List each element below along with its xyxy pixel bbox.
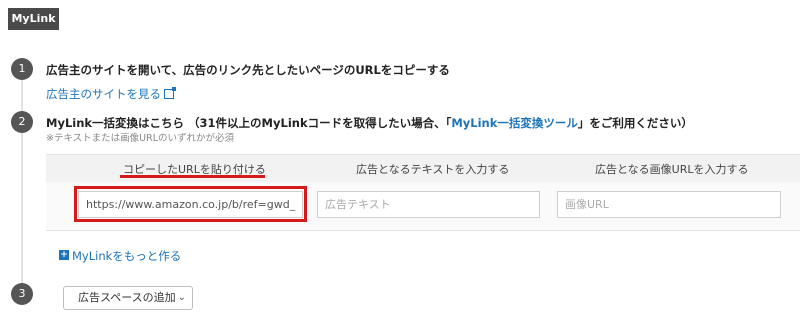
url-column-underline (120, 175, 265, 178)
step-2-title-prefix: MyLink一括変換はこちら （31件以上のMyLinkコードを取得したい場合、… (46, 116, 452, 130)
mylink-tag: MyLink (8, 8, 59, 30)
step-timeline (21, 60, 23, 300)
step-1-title: 広告主のサイトを開いて、広告のリンク先としたいページのURLをコピーする (46, 63, 450, 77)
required-hint: ※テキストまたは画像URLのいずれかが必須 (46, 133, 235, 144)
column-text-label: 広告となるテキストを入力する (356, 163, 510, 176)
plus-square-icon[interactable]: + (59, 250, 69, 260)
ad-text-input[interactable]: 広告テキスト (317, 191, 540, 218)
advertiser-site-link[interactable]: 広告主のサイトを見る (46, 86, 176, 102)
column-image-label: 広告となる画像URLを入力する (595, 163, 749, 176)
advertiser-site-link-label[interactable]: 広告主のサイトを見る (46, 87, 161, 101)
step-2-title: MyLink一括変換はこちら （31件以上のMyLinkコードを取得したい場合、… (46, 115, 693, 131)
step-1-badge: 1 (11, 58, 33, 80)
create-more-link[interactable]: MyLinkをもっと作る (72, 248, 181, 264)
ad-space-select[interactable]: 広告スペースの追加 ⌄ (63, 286, 193, 310)
step-2-badge: 2 (11, 111, 33, 133)
external-link-icon (164, 87, 176, 99)
image-url-input[interactable]: 画像URL (557, 191, 781, 218)
step-3-badge: 3 (11, 283, 33, 305)
bulk-convert-tool-link[interactable]: MyLink一括変換ツール (451, 116, 578, 130)
step-2-title-suffix: 」をご利用ください） (577, 116, 693, 130)
url-input-highlight (74, 186, 307, 222)
chevron-down-icon: ⌄ (177, 292, 186, 303)
ad-space-select-value: 広告スペースの追加 (78, 291, 176, 304)
